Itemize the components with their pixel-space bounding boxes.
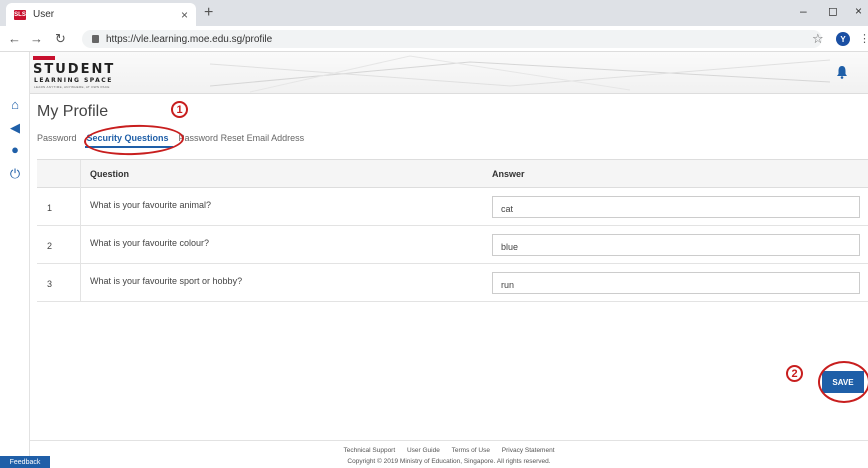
- home-icon[interactable]: ⌂: [7, 97, 23, 112]
- browser-tab-bar: SLS User × + – ◻ ×: [0, 0, 868, 26]
- close-tab-icon[interactable]: ×: [181, 8, 188, 22]
- user-icon[interactable]: ●: [7, 142, 23, 157]
- logo-title: STUDENT: [33, 62, 116, 77]
- question-text: What is your favourite colour?: [90, 238, 210, 248]
- minimize-icon[interactable]: –: [800, 4, 807, 18]
- close-window-icon[interactable]: ×: [855, 4, 862, 18]
- back-icon[interactable]: ◀: [7, 120, 23, 136]
- profile-avatar[interactable]: Y: [836, 32, 850, 46]
- copyright-text: Copyright © 2019 Ministry of Education, …: [347, 458, 551, 465]
- url-text: https://vle.learning.moe.edu.sg/profile: [106, 33, 273, 45]
- tab-title: User: [33, 9, 55, 20]
- logo-subtitle: LEARNING SPACE: [34, 77, 113, 84]
- browser-tab[interactable]: SLS User ×: [6, 3, 196, 26]
- footer-link-user-guide[interactable]: User Guide: [407, 447, 440, 454]
- url-field[interactable]: https://vle.learning.moe.edu.sg/profile: [82, 30, 822, 48]
- logo-tagline: LEARN ANYTIME, ANYWHERE, AT OWN PACE: [34, 85, 110, 89]
- menu-kebab-icon[interactable]: ⋮: [859, 32, 868, 45]
- maximize-icon[interactable]: ◻: [828, 4, 838, 18]
- table-row: 1 What is your favourite animal? cat: [37, 188, 868, 226]
- annotation-number-1: 1: [171, 101, 188, 118]
- sidebar: ⌂ ◀ ● ⏻: [0, 52, 30, 468]
- annotation-circle-tab: [83, 123, 185, 157]
- annotation-circle-save: [818, 361, 868, 403]
- column-divider: [80, 160, 81, 302]
- site-favicon-icon: SLS: [14, 9, 26, 20]
- lock-icon: [92, 35, 99, 43]
- notification-bell-icon[interactable]: [836, 65, 848, 79]
- footer-links: Technical Support User Guide Terms of Us…: [30, 447, 868, 454]
- row-number: 3: [47, 279, 53, 289]
- reload-icon[interactable]: ↻: [55, 31, 66, 47]
- footer: Technical Support User Guide Terms of Us…: [30, 440, 868, 468]
- forward-arrow-icon[interactable]: →: [30, 31, 43, 46]
- question-text: What is your favourite animal?: [90, 200, 212, 210]
- bookmark-star-icon[interactable]: ☆: [812, 31, 824, 47]
- answer-input[interactable]: blue: [492, 234, 860, 256]
- address-bar: ← → ↻ https://vle.learning.moe.edu.sg/pr…: [0, 26, 868, 52]
- logo-brand-strip: [33, 56, 55, 60]
- row-number: 2: [47, 241, 53, 251]
- security-questions-table: Question Answer 1 What is your favourite…: [37, 159, 868, 302]
- footer-link-privacy-statement[interactable]: Privacy Statement: [502, 447, 555, 454]
- tab-password-reset-email[interactable]: Password Reset Email Address: [179, 133, 305, 143]
- question-column-header: Question: [90, 169, 130, 179]
- header-decoration: [210, 55, 830, 93]
- new-tab-icon[interactable]: +: [204, 4, 213, 22]
- table-header-row: Question Answer: [37, 160, 868, 188]
- question-text: What is your favourite sport or hobby?: [90, 276, 243, 286]
- site-header: STUDENT LEARNING SPACE LEARN ANYTIME, AN…: [30, 52, 868, 94]
- answer-input[interactable]: run: [492, 272, 860, 294]
- footer-link-terms-of-use[interactable]: Terms of Use: [452, 447, 490, 454]
- row-number: 1: [47, 203, 53, 213]
- table-row: 2 What is your favourite colour? blue: [37, 226, 868, 264]
- table-row: 3 What is your favourite sport or hobby?…: [37, 264, 868, 302]
- footer-link-technical-support[interactable]: Technical Support: [343, 447, 395, 454]
- tab-password[interactable]: Password: [37, 133, 77, 143]
- page-title: My Profile: [37, 103, 109, 120]
- power-icon[interactable]: ⏻: [7, 166, 23, 182]
- answer-input[interactable]: cat: [492, 196, 860, 218]
- back-arrow-icon[interactable]: ←: [8, 31, 21, 46]
- feedback-button[interactable]: Feedback: [0, 456, 50, 468]
- answer-column-header: Answer: [492, 169, 525, 179]
- annotation-number-2: 2: [786, 365, 803, 382]
